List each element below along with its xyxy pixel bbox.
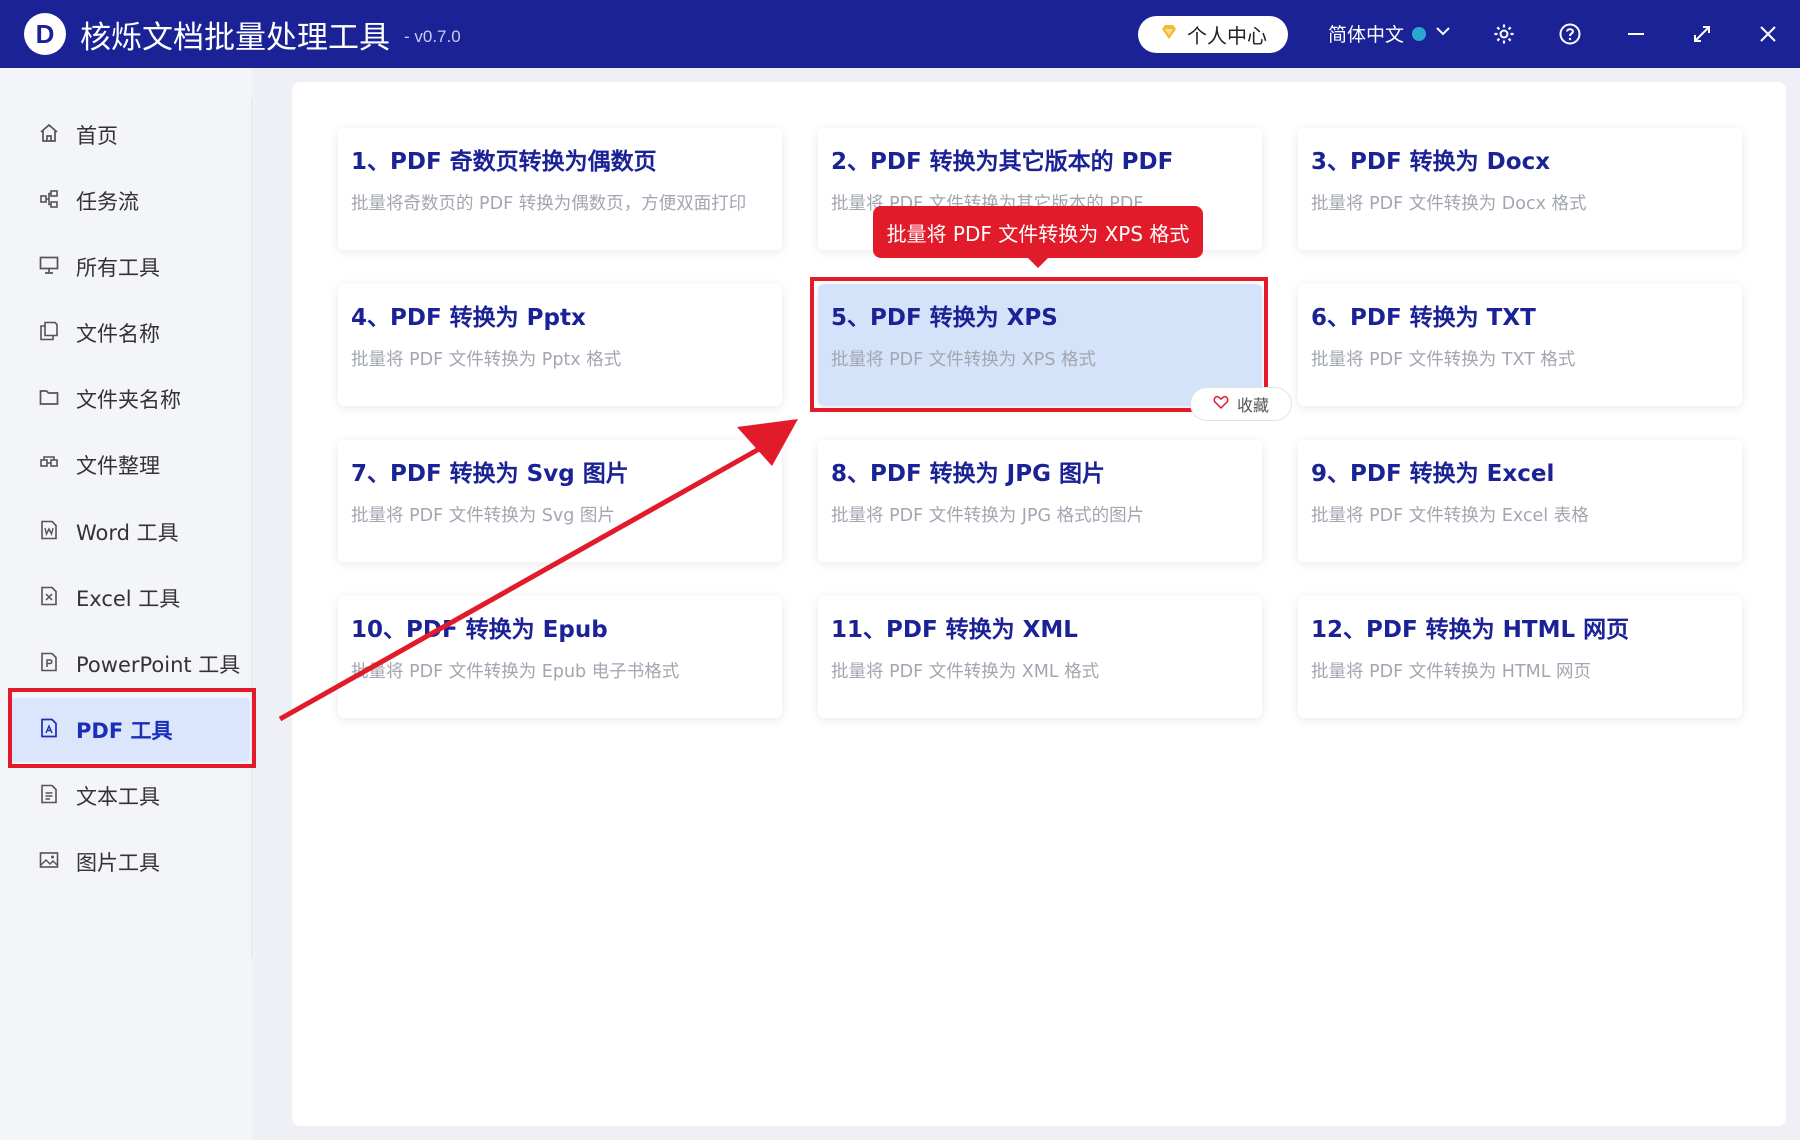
tool-card-title: 9、PDF 转换为 Excel [1311,461,1555,487]
folder-icon [38,386,76,413]
tool-card-desc: 批量将 PDF 文件转换为 Docx 格式 [1311,194,1587,214]
excel-file-icon [38,585,76,612]
tool-card-title: 3、PDF 转换为 Docx [1311,149,1551,175]
sidebar-item-label: 首页 [76,124,118,148]
sidebar-item-label: 文件名称 [76,322,160,346]
word-file-icon [38,519,76,546]
tool-card-desc: 批量将 PDF 文件转换为 JPG 格式的图片 [831,506,1145,526]
tool-card-4[interactable]: 4、PDF 转换为 Pptx 批量将 PDF 文件转换为 Pptx 格式 [338,284,782,406]
sidebar-item-label: 所有工具 [76,256,160,280]
sidebar-item-label: 文本工具 [76,785,160,809]
user-center-label: 个人中心 [1187,24,1267,48]
diamond-icon [1159,22,1179,47]
tool-card-desc: 批量将 PDF 文件转换为 HTML 网页 [1311,662,1592,682]
tool-card-1[interactable]: 1、PDF 奇数页转换为偶数页 批量将奇数页的 PDF 转换为偶数页，方便双面打… [338,128,782,250]
sidebar-item-workflow[interactable]: 任务流 [10,169,250,233]
maximize-icon[interactable] [1685,17,1719,51]
image-icon [38,849,76,876]
app-logo: D [24,13,66,55]
sidebar-item-home[interactable]: 首页 [10,103,250,167]
tool-card-title: 10、PDF 转换为 Epub [351,617,608,643]
tool-card-7[interactable]: 7、PDF 转换为 Svg 图片 批量将 PDF 文件转换为 Svg 图片 [338,440,782,562]
gear-icon[interactable] [1487,17,1521,51]
sidebar-divider [251,98,252,958]
tool-card-title: 4、PDF 转换为 Pptx [351,305,586,331]
chevron-down-icon [1434,22,1452,45]
sidebar-item-label: 文件整理 [76,454,160,478]
sidebar-item-label: 图片工具 [76,851,160,875]
sidebar-item-file-organize[interactable]: 文件整理 [10,433,250,497]
tool-card-title: 11、PDF 转换为 XML [831,617,1078,643]
sidebar-item-label: 文件夹名称 [76,388,181,412]
tool-card-desc: 批量将 PDF 文件转换为 XML 格式 [831,662,1100,682]
favorite-button[interactable]: 收藏 [1190,387,1292,421]
home-icon [38,122,76,149]
minimize-icon[interactable] [1619,17,1653,51]
favorite-label: 收藏 [1236,396,1269,415]
organize-icon [38,452,76,479]
monitor-icon [38,254,76,281]
workflow-icon [38,188,76,215]
file-copy-icon [38,320,76,347]
tool-card-9[interactable]: 9、PDF 转换为 Excel 批量将 PDF 文件转换为 Excel 表格 [1298,440,1742,562]
tool-card-title: 6、PDF 转换为 TXT [1311,305,1536,331]
globe-dot-icon [1412,26,1427,41]
tool-card-title: 2、PDF 转换为其它版本的 PDF [831,149,1174,175]
tool-card-title: 12、PDF 转换为 HTML 网页 [1311,617,1630,643]
tool-card-3[interactable]: 3、PDF 转换为 Docx 批量将 PDF 文件转换为 Docx 格式 [1298,128,1742,250]
sidebar-item-text-tools[interactable]: 文本工具 [10,764,250,828]
tooltip: 批量将 PDF 文件转换为 XPS 格式 [873,206,1203,268]
title-bar: D 核烁文档批量处理工具 - v0.7.0 个人中心 简体中文 [0,0,1800,68]
tool-card-desc: 批量将 PDF 文件转换为 Excel 表格 [1311,506,1589,526]
tool-card-desc: 批量将 PDF 文件转换为 TXT 格式 [1311,350,1576,370]
tool-card-desc: 批量将 PDF 文件转换为 Epub 电子书格式 [351,662,680,682]
sidebar-item-label: Excel 工具 [76,587,181,611]
tool-card-desc: 批量将奇数页的 PDF 转换为偶数页，方便双面打印 [351,194,747,214]
sidebar-item-all-tools[interactable]: 所有工具 [10,235,250,299]
sidebar-item-excel-tools[interactable]: Excel 工具 [10,566,250,630]
ppt-file-icon [38,651,76,678]
tool-card-desc: 批量将 PDF 文件转换为 Pptx 格式 [351,350,622,370]
language-selector[interactable]: 简体中文 [1328,20,1452,47]
text-file-icon [38,783,76,810]
sidebar-item-label: 任务流 [76,190,139,214]
tool-card-10[interactable]: 10、PDF 转换为 Epub 批量将 PDF 文件转换为 Epub 电子书格式 [338,596,782,718]
app-title: 核烁文档批量处理工具 [80,19,390,56]
heart-icon [1213,394,1229,414]
tool-card-title: 8、PDF 转换为 JPG 图片 [831,461,1105,487]
annotation-frame-pdf-tools [8,688,256,768]
tool-card-8[interactable]: 8、PDF 转换为 JPG 图片 批量将 PDF 文件转换为 JPG 格式的图片 [818,440,1262,562]
sidebar-item-image-tools[interactable]: 图片工具 [10,830,250,894]
language-label: 简体中文 [1328,24,1405,46]
app-version: - v0.7.0 [404,27,461,46]
tool-card-title: 1、PDF 奇数页转换为偶数页 [351,149,657,175]
tool-card-title: 7、PDF 转换为 Svg 图片 [351,461,629,487]
sidebar-item-word-tools[interactable]: Word 工具 [10,500,250,564]
sidebar-item-file-name[interactable]: 文件名称 [10,301,250,365]
tool-card-12[interactable]: 12、PDF 转换为 HTML 网页 批量将 PDF 文件转换为 HTML 网页 [1298,596,1742,718]
sidebar-item-powerpoint-tools[interactable]: PowerPoint 工具 [10,632,250,696]
tool-card-6[interactable]: 6、PDF 转换为 TXT 批量将 PDF 文件转换为 TXT 格式 [1298,284,1742,406]
help-icon[interactable] [1553,17,1587,51]
close-icon[interactable] [1751,17,1785,51]
sidebar-item-label: Word 工具 [76,521,179,545]
tool-card-desc: 批量将 PDF 文件转换为 Svg 图片 [351,506,615,526]
sidebar-item-label: PowerPoint 工具 [76,653,241,677]
user-center-button[interactable]: 个人中心 [1138,16,1288,53]
sidebar-item-folder-name[interactable]: 文件夹名称 [10,367,250,431]
tool-card-11[interactable]: 11、PDF 转换为 XML 批量将 PDF 文件转换为 XML 格式 [818,596,1262,718]
